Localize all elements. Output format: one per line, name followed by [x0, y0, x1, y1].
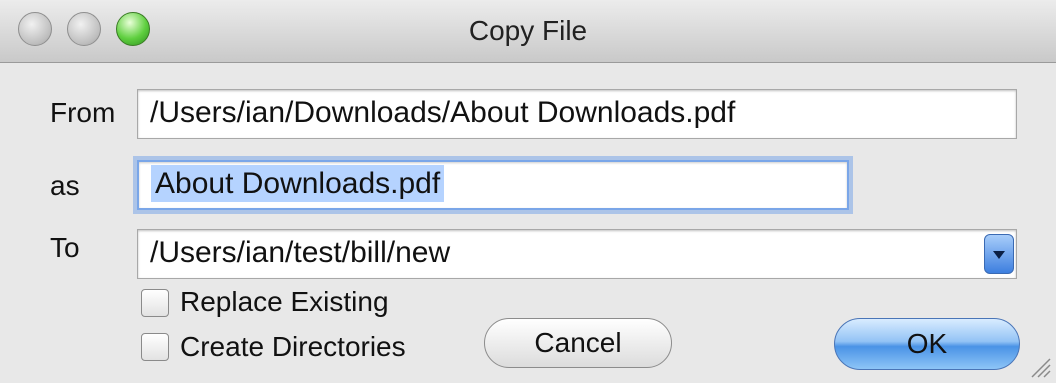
to-combobox-value: /Users/ian/test/bill/new: [150, 236, 451, 269]
as-field[interactable]: About Downloads.pdf: [137, 160, 849, 210]
as-field-selected-text: About Downloads.pdf: [151, 165, 445, 202]
create-directories-label[interactable]: Create Directories: [180, 331, 406, 363]
to-dropdown-button[interactable]: [984, 234, 1014, 274]
from-label: From: [50, 97, 116, 128]
replace-existing-label[interactable]: Replace Existing: [180, 286, 389, 318]
from-field-value: /Users/ian/Downloads/About Downloads.pdf: [150, 96, 736, 129]
window-title: Copy File: [468, 15, 588, 46]
create-directories-checkbox[interactable]: [141, 333, 169, 361]
title-bar[interactable]: Copy File: [0, 0, 1056, 63]
to-combobox[interactable]: /Users/ian/test/bill/new: [137, 229, 1017, 279]
resize-grip-icon[interactable]: [1024, 351, 1052, 379]
chevron-down-icon: [993, 251, 1005, 259]
cancel-button[interactable]: Cancel: [484, 318, 672, 368]
from-field[interactable]: /Users/ian/Downloads/About Downloads.pdf: [137, 89, 1017, 139]
replace-existing-checkbox[interactable]: [141, 289, 169, 317]
as-label: as: [50, 170, 80, 201]
copy-file-dialog: Copy File From /Users/ian/Downloads/Abou…: [0, 0, 1056, 383]
ok-button[interactable]: OK: [834, 318, 1020, 370]
to-label: To: [50, 232, 80, 263]
